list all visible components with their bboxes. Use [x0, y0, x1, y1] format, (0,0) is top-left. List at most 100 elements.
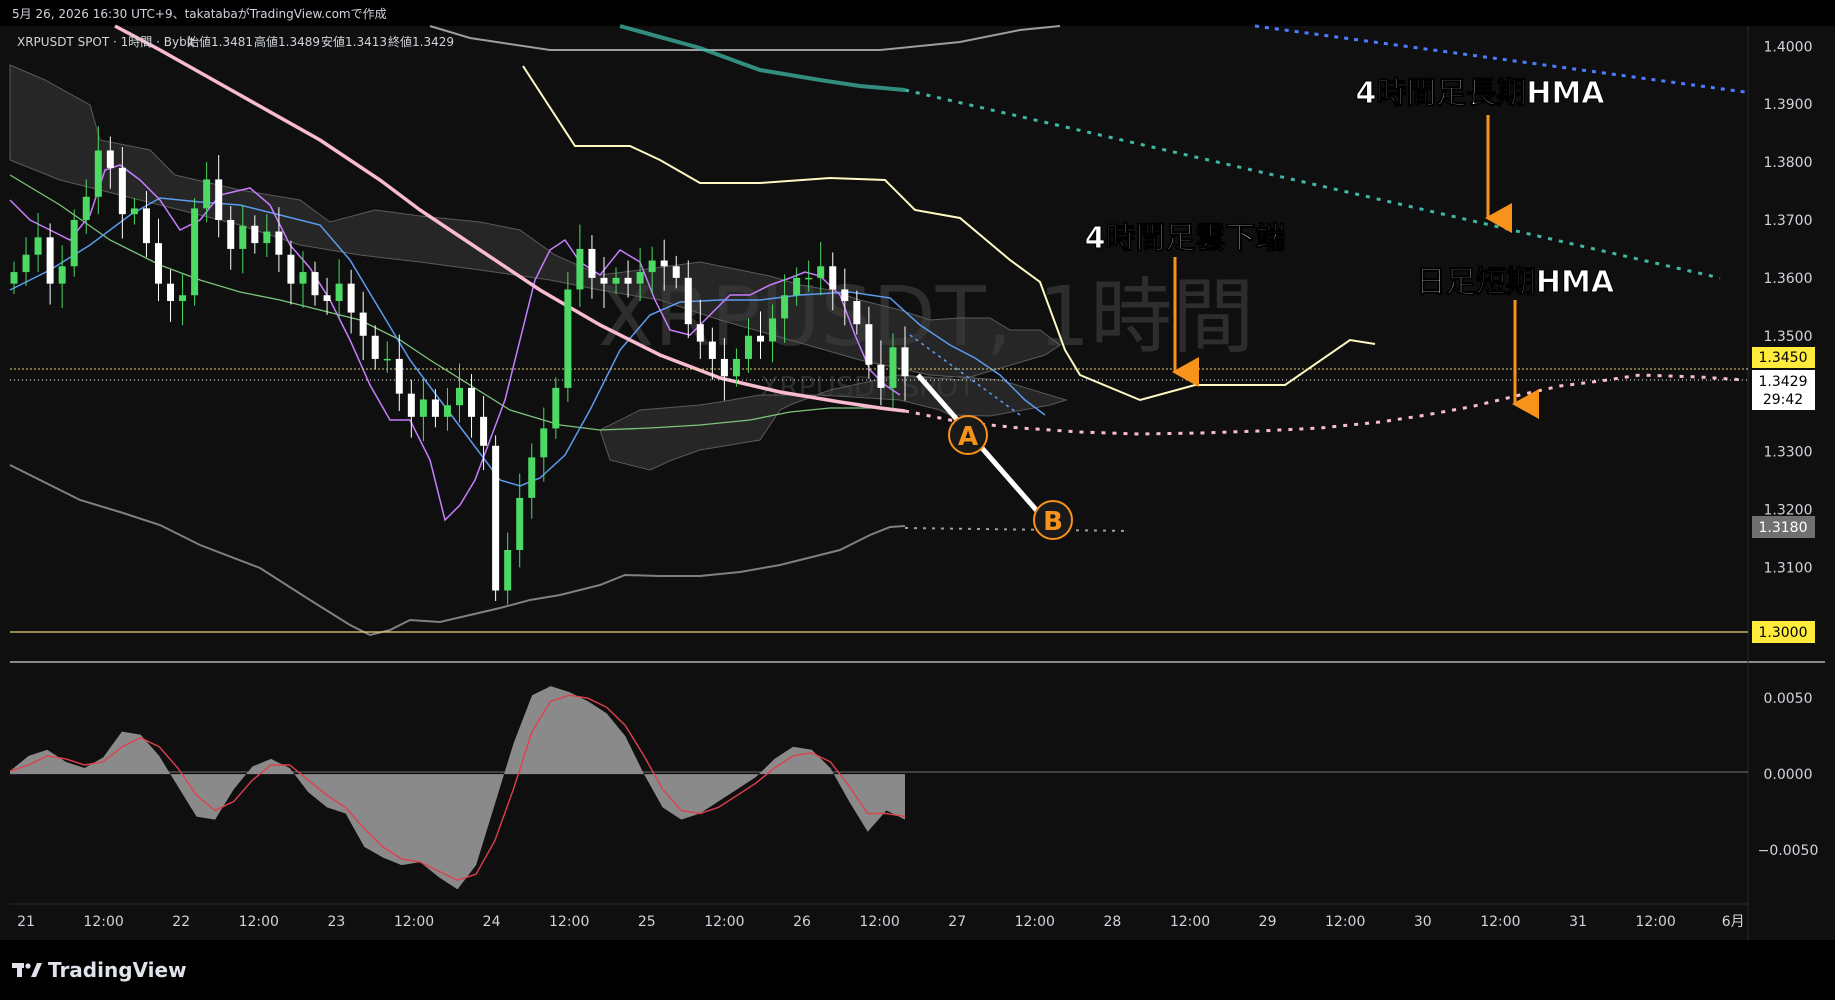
time-tick-label: 12:00: [394, 914, 434, 930]
candle-down[interactable]: [708, 341, 716, 359]
candle-up[interactable]: [504, 549, 512, 591]
candle-up[interactable]: [239, 225, 247, 249]
candle-down[interactable]: [841, 289, 849, 302]
candle-down[interactable]: [624, 277, 632, 284]
candle-down[interactable]: [468, 387, 476, 417]
candle-up[interactable]: [58, 266, 66, 284]
candle-up[interactable]: [528, 457, 536, 498]
oscillator-tick-label: −0.0050: [1758, 843, 1819, 859]
time-tick-label: 12:00: [1015, 914, 1055, 930]
candle-up[interactable]: [179, 295, 187, 302]
time-tick-label: 12:00: [1635, 914, 1675, 930]
oscillator-tick-label: 0.0050: [1764, 691, 1813, 707]
candle-down[interactable]: [901, 347, 909, 377]
candle-down[interactable]: [853, 301, 861, 325]
price-tick-label: 1.4000: [1764, 39, 1813, 55]
candle-up[interactable]: [552, 387, 560, 429]
candle-down[interactable]: [251, 225, 259, 244]
price-scale[interactable]: 1.40001.39001.38001.37001.36001.35001.34…: [1764, 39, 1813, 576]
candle-down[interactable]: [492, 445, 500, 591]
candle-down[interactable]: [347, 283, 355, 313]
candle-up[interactable]: [817, 266, 825, 278]
candle-up[interactable]: [744, 335, 752, 359]
candle-down[interactable]: [215, 179, 223, 220]
candle-up[interactable]: [22, 254, 30, 273]
candle-down[interactable]: [696, 324, 704, 342]
candle-down[interactable]: [106, 150, 114, 168]
candle-up[interactable]: [636, 272, 644, 284]
annotation-daily-short-hma: 日足短期HMA: [1416, 265, 1615, 300]
candle-up[interactable]: [793, 277, 801, 296]
candle-up[interactable]: [94, 150, 102, 197]
candle-up[interactable]: [10, 272, 18, 284]
candle-up[interactable]: [263, 231, 271, 244]
candle-up[interactable]: [781, 295, 789, 319]
price-label-1-3180: 1.3180: [1752, 516, 1815, 538]
candle-down[interactable]: [371, 335, 379, 359]
candle-up[interactable]: [383, 358, 391, 361]
price-tick-label: 1.3300: [1764, 445, 1813, 461]
tradingview-logo-icon: [12, 963, 42, 977]
candle-up[interactable]: [516, 497, 524, 550]
candle-down[interactable]: [311, 272, 319, 296]
time-tick-label: 12:00: [704, 914, 744, 930]
candle-down[interactable]: [275, 231, 283, 255]
candle-down[interactable]: [167, 283, 175, 302]
time-tick-label: 12:00: [1480, 914, 1520, 930]
candle-down[interactable]: [480, 416, 488, 446]
candle-up[interactable]: [612, 277, 620, 284]
current-price-text: 1.3429: [1759, 374, 1808, 390]
time-tick-label: 12:00: [239, 914, 279, 930]
candle-up[interactable]: [456, 387, 463, 406]
candle-down[interactable]: [359, 312, 367, 336]
candle-up[interactable]: [443, 405, 451, 417]
candle-down[interactable]: [407, 393, 415, 417]
candle-down[interactable]: [227, 219, 235, 249]
candle-up[interactable]: [648, 260, 656, 273]
candle-down[interactable]: [46, 237, 54, 284]
candle-down[interactable]: [829, 266, 837, 290]
close-label: 終値: [388, 34, 412, 49]
candle-up[interactable]: [335, 283, 343, 302]
oscillator-scale[interactable]: 0.0050 0.0000 −0.0050: [1758, 691, 1819, 859]
candle-down[interactable]: [395, 358, 403, 394]
candle-up[interactable]: [82, 196, 90, 220]
candle-up[interactable]: [419, 399, 427, 417]
price-label-current: 1.3429 29:42: [1752, 370, 1815, 410]
candle-down[interactable]: [757, 335, 765, 342]
candle-down[interactable]: [600, 277, 608, 284]
candle-up[interactable]: [191, 208, 199, 296]
candle-up[interactable]: [769, 318, 777, 342]
candle-up[interactable]: [70, 219, 78, 267]
candle-up[interactable]: [576, 248, 584, 290]
candle-up[interactable]: [203, 179, 211, 209]
candle-down[interactable]: [720, 358, 728, 377]
candle-up[interactable]: [564, 289, 572, 388]
candle-down[interactable]: [118, 167, 126, 215]
candle-up[interactable]: [540, 428, 548, 458]
candle-up[interactable]: [805, 277, 813, 280]
price-label-text: 1.3000: [1759, 625, 1808, 641]
candle-down[interactable]: [877, 364, 885, 388]
candle-down[interactable]: [287, 254, 295, 284]
candle-up[interactable]: [889, 347, 897, 388]
candle-up[interactable]: [34, 237, 42, 255]
candle-down[interactable]: [142, 208, 150, 244]
time-scale[interactable]: 21 12:00 22 12:00 23 12:00 24 12:00 25 12:00 26 12:…: [17, 914, 1745, 930]
candle-down[interactable]: [672, 266, 680, 278]
time-tick-label: 24: [483, 914, 501, 930]
candle-down[interactable]: [865, 324, 873, 365]
candle-up[interactable]: [732, 358, 740, 377]
candle-down[interactable]: [588, 248, 596, 278]
chart-canvas[interactable]: XRPUSDT, 1時間 XRPUSDT SPOT A B 4時間足長期HMA …: [0, 0, 1835, 1000]
candle-down[interactable]: [431, 399, 439, 417]
close-value: 1.3429: [412, 35, 454, 49]
candle-up[interactable]: [299, 272, 307, 284]
candle-up[interactable]: [130, 208, 138, 215]
tradingview-logo[interactable]: TradingView: [12, 958, 187, 982]
candle-down[interactable]: [323, 295, 331, 302]
symbol-title[interactable]: XRPUSDT SPOT · 1時間 · Bybit: [17, 35, 195, 49]
candle-down[interactable]: [684, 277, 692, 325]
candle-down[interactable]: [660, 260, 668, 267]
candle-down[interactable]: [154, 243, 162, 284]
